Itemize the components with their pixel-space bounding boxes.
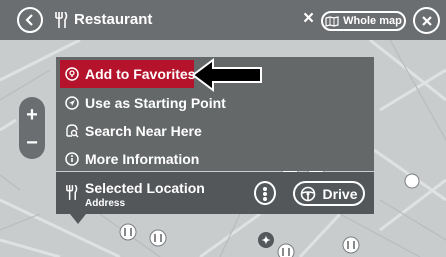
callout-arrow-icon: [191, 58, 262, 92]
chevron-left-icon: [25, 14, 33, 26]
zoom-in-button[interactable]: +: [19, 105, 45, 125]
selected-location-title: Selected Location: [85, 180, 205, 196]
search-category-title: Restaurant: [74, 11, 153, 28]
menu-item-more-information[interactable]: More Information: [56, 145, 374, 173]
restaurant-icon: [55, 12, 68, 28]
back-button[interactable]: [17, 7, 43, 33]
restaurant-poi-icon: [119, 223, 137, 241]
navigation-screen: ✦ Restaurant × Whole map + − Add to Favo…: [0, 0, 446, 257]
zoom-out-button[interactable]: −: [19, 133, 45, 153]
svg-text:✦: ✦: [261, 235, 270, 247]
selected-location-address: Address: [85, 198, 126, 209]
selected-location-panel[interactable]: Selected Location Address Drive: [56, 172, 374, 224]
favorite-icon: [65, 67, 79, 81]
zoom-control: + −: [19, 97, 45, 159]
search-near-icon: [66, 124, 79, 138]
close-icon: [421, 15, 432, 26]
menu-item-add-to-favorites[interactable]: Add to Favorites: [60, 60, 196, 88]
menu-item-label: Use as Starting Point: [85, 95, 226, 111]
menu-item-label: More Information: [85, 151, 200, 167]
map-icon: [325, 15, 339, 27]
restaurant-poi-icon: [149, 229, 167, 247]
restaurant-icon: [66, 185, 78, 200]
panel-pointer: [70, 214, 86, 224]
restaurant-poi-icon: [277, 243, 295, 257]
menu-item-label: Add to Favorites: [85, 66, 196, 82]
navigation-arrow-icon: [65, 96, 79, 110]
search-header-bar: Restaurant × Whole map: [0, 0, 446, 40]
whole-map-label: Whole map: [343, 15, 402, 27]
drive-label: Drive: [322, 185, 358, 202]
clear-search-button[interactable]: ×: [303, 9, 314, 28]
more-options-button[interactable]: [254, 181, 276, 205]
menu-item-use-as-starting-point[interactable]: Use as Starting Point: [56, 89, 374, 117]
whole-map-button[interactable]: Whole map: [321, 11, 406, 31]
close-button[interactable]: [413, 7, 440, 34]
drive-button[interactable]: Drive: [293, 181, 365, 206]
info-icon: [65, 152, 79, 166]
menu-item-search-near-here[interactable]: Search Near Here: [56, 117, 374, 145]
restaurant-poi-icon: [342, 236, 360, 254]
restaurant-poi-icon: [404, 173, 420, 189]
menu-item-label: Search Near Here: [85, 123, 202, 139]
steering-wheel-icon: [301, 186, 316, 201]
